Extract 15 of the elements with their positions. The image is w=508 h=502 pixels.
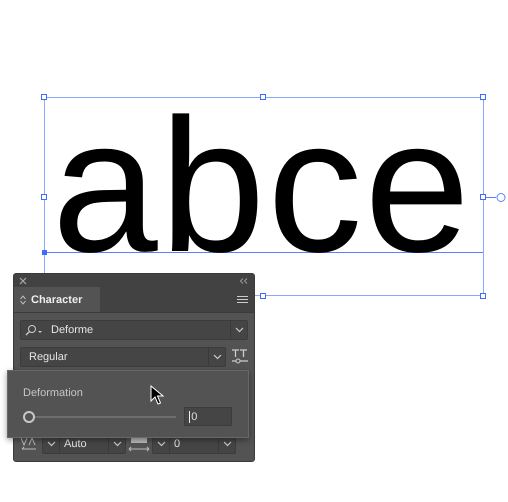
- slider-thumb[interactable]: [23, 410, 35, 422]
- close-icon[interactable]: [19, 276, 27, 285]
- type-settings-icon[interactable]: [232, 349, 248, 365]
- deformation-slider[interactable]: [23, 410, 176, 422]
- font-style-dropdown[interactable]: Regular: [20, 347, 226, 367]
- font-family-dropdown[interactable]: Deforme: [20, 320, 248, 340]
- mouse-pointer-icon: [150, 385, 164, 405]
- menu-icon[interactable]: [237, 296, 248, 304]
- collapse-icon[interactable]: [239, 278, 248, 284]
- search-icon: [25, 324, 45, 336]
- character-tab[interactable]: Character: [14, 287, 100, 312]
- tracking-icon: [128, 436, 150, 452]
- deformation-label: Deformation: [23, 387, 83, 399]
- deformation-input[interactable]: 0: [184, 407, 232, 426]
- expand-arrows-icon: [20, 294, 26, 305]
